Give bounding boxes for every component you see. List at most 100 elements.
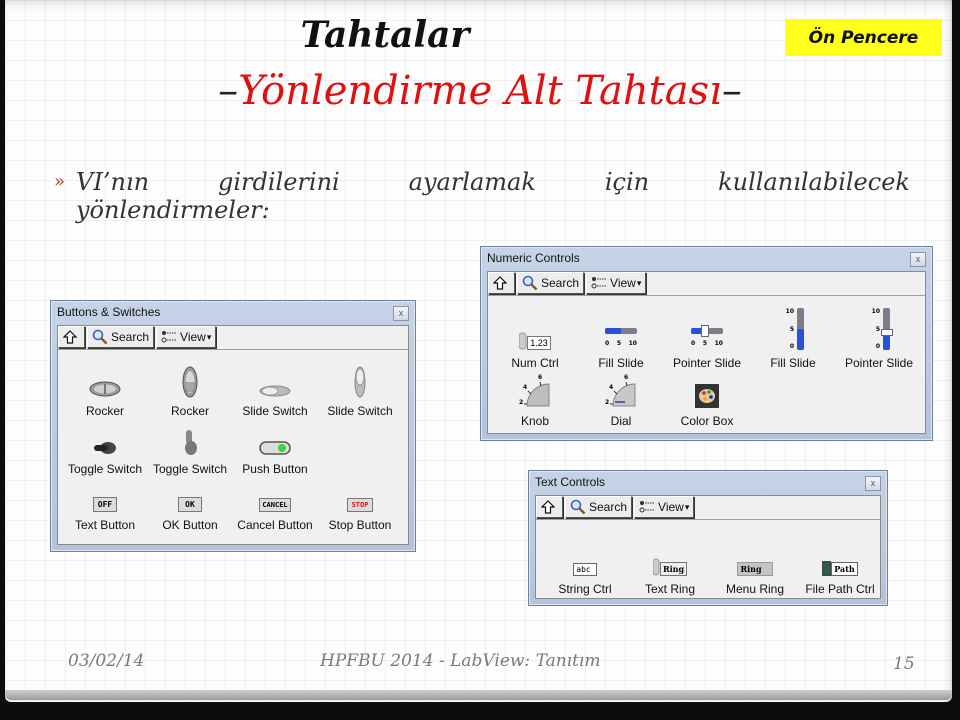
view-button[interactable]: View ▾	[586, 272, 647, 294]
slide-subtitle: –Yönlendirme Alt Tahtası–	[0, 68, 960, 114]
up-button[interactable]	[488, 272, 515, 294]
item-label: Toggle Switch	[152, 462, 228, 476]
slide-edge	[5, 690, 952, 700]
item-label: Stop Button	[328, 518, 392, 532]
close-icon[interactable]: x	[865, 476, 881, 491]
tick-label: 5	[875, 325, 880, 333]
up-arrow-icon	[63, 330, 77, 344]
push-button-icon	[232, 422, 318, 456]
palette-item[interactable]: STOP Stop Button	[317, 478, 403, 532]
tick-label: 0	[789, 343, 794, 350]
magnifier-icon	[570, 499, 586, 515]
button-face: OK	[178, 497, 202, 512]
search-button[interactable]: Search	[565, 496, 633, 518]
view-label: View	[180, 330, 206, 344]
numeric-control-icon: 1.23	[492, 316, 578, 350]
palette-item[interactable]: abc String Ctrl	[542, 542, 628, 596]
view-list-icon	[591, 276, 607, 290]
item-label: String Ctrl	[558, 582, 612, 596]
palette-body: Search View ▾ 1.23 Num Ctrl 0 5 10 Fill Sli…	[487, 271, 926, 434]
search-label: Search	[541, 276, 580, 290]
button-face: OFF	[92, 497, 118, 512]
palette-item[interactable]: Rocker	[62, 364, 148, 418]
slide-switch-vertical-icon	[317, 364, 403, 398]
item-label: Push Button	[242, 462, 308, 476]
view-label: View	[610, 276, 636, 290]
palette-item[interactable]: Slide Switch	[317, 364, 403, 418]
palette-item[interactable]: Toggle Switch	[62, 422, 148, 476]
chevron-down-icon: ▾	[684, 501, 690, 512]
up-button[interactable]	[58, 326, 85, 348]
text-ring-icon: Ring	[627, 542, 713, 576]
subtitle-text: Yönlendirme Alt Tahtası	[238, 68, 722, 114]
ring-value: Ring	[737, 562, 773, 576]
palette-item[interactable]: Toggle Switch	[147, 422, 233, 476]
bullet-line-1: VI’nın girdilerini ayarlamak için kullan…	[76, 168, 910, 196]
item-label: Rocker	[85, 404, 124, 418]
tick-label: 0	[691, 340, 696, 347]
palette-title: Numeric Controls	[487, 251, 580, 265]
palette-item[interactable]: 0 5 10 Pointer Slide	[664, 316, 750, 370]
palette-item[interactable]: Rocker	[147, 364, 233, 418]
tick-label: 6	[624, 374, 629, 381]
tick-label: 10	[628, 340, 637, 347]
palette-item[interactable]: Slide Switch	[232, 364, 318, 418]
item-label: Menu Ring	[725, 582, 785, 596]
browse-icon	[822, 561, 832, 576]
numeric-controls-palette: Numeric Controls x Search View ▾ 1.23 Num…	[480, 246, 933, 441]
view-button[interactable]: View ▾	[156, 326, 217, 348]
palette-item[interactable]: 1.23 Num Ctrl	[492, 316, 578, 370]
tick-label: 5	[789, 325, 794, 333]
up-button[interactable]	[536, 496, 563, 518]
tick-label: 4	[609, 384, 614, 391]
vertical-fill-slide-icon: 10 5 0	[750, 306, 836, 350]
palette-item[interactable]: Path File Path Ctrl	[797, 542, 883, 596]
button-face: CANCEL	[259, 498, 291, 512]
horizontal-pointer-slide-icon: 0 5 10	[664, 316, 750, 350]
palette-item[interactable]: 10 5 0 Fill Slide	[750, 306, 836, 370]
item-label: Pointer Slide	[844, 356, 914, 370]
tick-label: 0	[875, 343, 880, 350]
view-list-icon	[639, 500, 655, 514]
search-button[interactable]: Search	[517, 272, 585, 294]
item-label: Toggle Switch	[67, 462, 143, 476]
palette-item[interactable]: CANCEL Cancel Button	[232, 478, 318, 532]
palette-item[interactable]: Ring Menu Ring	[712, 542, 798, 596]
item-label: Slide Switch	[242, 404, 308, 418]
palette-item[interactable]: 2 4 6 Knob	[492, 374, 578, 428]
item-label: File Path Ctrl	[805, 582, 875, 596]
palette-item[interactable]: Color Box	[664, 374, 750, 428]
horizontal-fill-slide-icon: 0 5 10	[578, 316, 664, 350]
item-label: Text Button	[74, 518, 136, 532]
search-label: Search	[589, 500, 628, 514]
close-icon[interactable]: x	[393, 306, 409, 321]
bullet-marker-icon: »	[54, 171, 66, 192]
view-button[interactable]: View ▾	[634, 496, 695, 518]
dial-icon: 2 4 6	[578, 374, 664, 408]
item-label: Fill Slide	[770, 356, 816, 370]
toggle-switch-vertical-icon	[147, 422, 233, 456]
palette-item[interactable]: Ring Text Ring	[627, 542, 713, 596]
palette-body: Search View ▾ Rocker Rocker Slide Switch …	[57, 325, 409, 545]
string-control-icon: abc	[542, 542, 628, 576]
rocker-vertical-icon	[147, 364, 233, 398]
subtitle-dash-right: –	[721, 68, 742, 114]
palette-item[interactable]: 0 5 10 Fill Slide	[578, 316, 664, 370]
palette-item[interactable]: 10 5 0 Pointer Slide	[836, 306, 922, 370]
palette-item[interactable]: Push Button	[232, 422, 318, 476]
search-button[interactable]: Search	[87, 326, 155, 348]
slide-switch-horizontal-icon	[232, 364, 318, 398]
chevron-down-icon: ▾	[636, 277, 642, 288]
palette-grid: 1.23 Num Ctrl 0 5 10 Fill Slide 0 5 10 Point…	[488, 296, 925, 433]
color-box-icon	[664, 374, 750, 408]
palette-item[interactable]: OK OK Button	[147, 478, 233, 532]
palette-title: Buttons & Switches	[57, 305, 161, 319]
cancel-button-icon: CANCEL	[232, 478, 318, 512]
stop-button-icon: STOP	[317, 478, 403, 512]
view-list-icon	[161, 330, 177, 344]
palette-item[interactable]: OFF Text Button	[62, 478, 148, 532]
footer-title: HPFBU 2014 - LabView: Tanıtım	[320, 651, 601, 671]
close-icon[interactable]: x	[910, 252, 926, 267]
palette-item[interactable]: 2 4 6 Dial	[578, 374, 664, 428]
buttons-switches-palette: Buttons & Switches x Search View ▾ Rocker…	[50, 300, 416, 552]
